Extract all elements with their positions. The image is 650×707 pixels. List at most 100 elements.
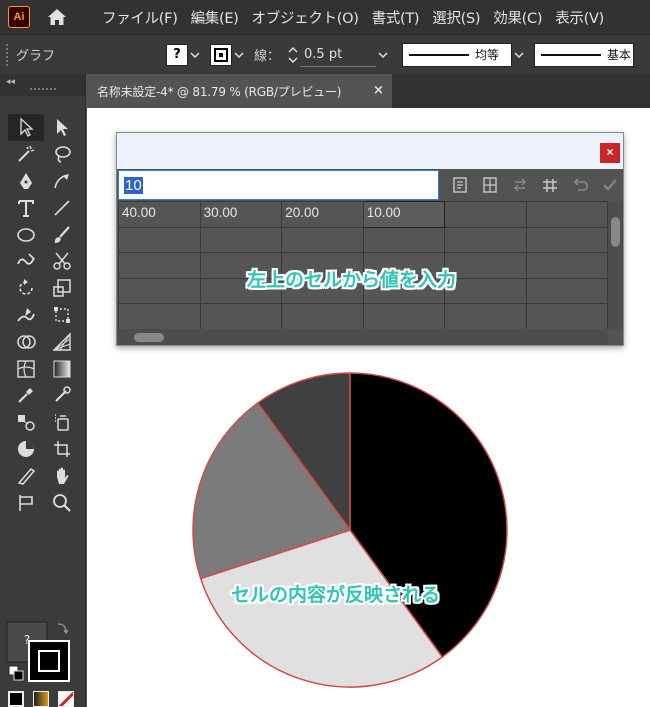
paintbrush-tool-icon[interactable] bbox=[44, 221, 80, 248]
menu-type[interactable]: 書式(T) bbox=[368, 7, 429, 28]
graph-data-toolbar bbox=[445, 173, 625, 197]
stroke-weight-input[interactable]: 0.5 pt bbox=[300, 42, 377, 67]
apply-checkmark-icon[interactable] bbox=[595, 173, 625, 197]
eyedropper-tool-icon[interactable] bbox=[8, 382, 44, 409]
fill-stroke-control: ? bbox=[6, 620, 76, 684]
import-data-icon[interactable] bbox=[445, 173, 475, 197]
table-cell-selected[interactable]: 10.00 bbox=[362, 201, 446, 228]
warp-tool-icon[interactable] bbox=[8, 302, 44, 329]
table-cell[interactable]: 40.00 bbox=[118, 201, 201, 228]
cell-style-icon[interactable] bbox=[535, 173, 565, 197]
home-icon[interactable] bbox=[46, 6, 68, 28]
free-transform-tool-icon[interactable] bbox=[44, 302, 80, 329]
table-cell[interactable] bbox=[362, 226, 446, 254]
table-cell[interactable] bbox=[362, 303, 446, 329]
table-cell[interactable] bbox=[118, 277, 201, 305]
pen-tool-icon[interactable] bbox=[8, 168, 44, 195]
stroke-weight-stepper[interactable] bbox=[286, 44, 300, 66]
variable-width-profile[interactable]: 均等 bbox=[402, 42, 513, 67]
collapse-panel-icon[interactable]: ◂◂ bbox=[6, 77, 15, 87]
vertical-scrollbar[interactable] bbox=[608, 201, 623, 329]
slice-tool-icon[interactable] bbox=[8, 462, 44, 489]
menu-view[interactable]: 表示(V) bbox=[551, 7, 613, 28]
horizontal-scrollbar[interactable] bbox=[118, 329, 608, 345]
pie-chart[interactable] bbox=[190, 370, 510, 690]
document-tab[interactable]: 名称未設定-4* @ 81.79 % (RGB/プレビュー) × bbox=[87, 74, 392, 108]
measure-tool-icon[interactable] bbox=[44, 382, 80, 409]
gradient-tool-icon[interactable] bbox=[44, 355, 80, 382]
menu-edit[interactable]: 編集(E) bbox=[187, 7, 248, 28]
table-cell[interactable] bbox=[525, 277, 608, 305]
menu-object[interactable]: オブジェクト(O) bbox=[248, 7, 368, 28]
menu-effect[interactable]: 効果(C) bbox=[489, 7, 551, 28]
control-bar-grip[interactable] bbox=[6, 43, 12, 66]
table-cell[interactable] bbox=[444, 226, 527, 254]
table-cell[interactable] bbox=[118, 226, 201, 254]
mesh-tool-icon[interactable] bbox=[8, 355, 44, 382]
table-cell[interactable] bbox=[199, 226, 283, 254]
selection-tool-icon[interactable] bbox=[8, 114, 44, 141]
table-cell[interactable] bbox=[118, 303, 201, 329]
hand-tool-icon[interactable] bbox=[44, 462, 80, 489]
stroke-dropdown-chevron-icon[interactable] bbox=[232, 44, 246, 66]
line-segment-tool-icon[interactable] bbox=[44, 194, 80, 221]
brush-definition[interactable]: 基本 bbox=[534, 42, 635, 67]
curvature-tool-icon[interactable] bbox=[44, 168, 80, 195]
symbol-sprayer-tool-icon[interactable] bbox=[44, 409, 80, 436]
blend-tool-icon[interactable] bbox=[8, 409, 44, 436]
perspective-grid-tool-icon[interactable] bbox=[44, 328, 80, 355]
menu-select[interactable]: 選択(S) bbox=[428, 7, 489, 28]
tool-grid bbox=[8, 114, 80, 516]
document-tab-bar: 名称未設定-4* @ 81.79 % (RGB/プレビュー) × bbox=[87, 74, 650, 108]
table-cell[interactable] bbox=[444, 277, 527, 305]
graph-data-cell-input[interactable]: 10 bbox=[118, 170, 439, 200]
table-cell[interactable]: 20.00 bbox=[281, 201, 364, 228]
graph-data-titlebar[interactable]: × bbox=[117, 133, 623, 169]
zoom-tool-icon[interactable] bbox=[44, 489, 80, 516]
table-cell[interactable] bbox=[525, 201, 608, 228]
fill-swatch[interactable]: ? bbox=[166, 43, 188, 66]
horizontal-scrollbar-thumb[interactable] bbox=[134, 333, 164, 342]
lasso-tool-icon[interactable] bbox=[44, 141, 80, 168]
transpose-row-column-icon[interactable] bbox=[475, 173, 505, 197]
swap-fill-stroke-icon bbox=[57, 623, 69, 635]
tools-panel-grip[interactable] bbox=[30, 88, 56, 91]
table-cell[interactable]: 30.00 bbox=[199, 201, 283, 228]
revert-icon[interactable] bbox=[565, 173, 595, 197]
none-mode-icon[interactable] bbox=[58, 691, 74, 707]
stroke-swatch[interactable] bbox=[210, 43, 232, 66]
color-mode-icon[interactable] bbox=[8, 691, 24, 707]
scissors-tool-icon[interactable] bbox=[44, 248, 80, 275]
table-cell[interactable] bbox=[281, 303, 364, 329]
type-tool-icon[interactable] bbox=[8, 194, 44, 221]
gradient-mode-icon[interactable] bbox=[33, 691, 49, 707]
table-cell[interactable] bbox=[525, 226, 608, 254]
table-cell[interactable] bbox=[281, 226, 364, 254]
table-cell[interactable] bbox=[199, 303, 283, 329]
table-cell[interactable] bbox=[444, 252, 527, 279]
graph-data-close-button[interactable]: × bbox=[600, 143, 620, 163]
table-cell[interactable] bbox=[118, 252, 201, 279]
ellipse-tool-icon[interactable] bbox=[8, 221, 44, 248]
rotate-tool-icon[interactable] bbox=[8, 275, 44, 302]
switch-xy-icon[interactable] bbox=[505, 173, 535, 197]
profile-chevron-icon[interactable] bbox=[512, 44, 526, 66]
direct-selection-tool-icon[interactable] bbox=[44, 114, 80, 141]
table-cell[interactable] bbox=[444, 201, 527, 228]
table-cell[interactable] bbox=[525, 303, 608, 329]
magic-wand-tool-icon[interactable] bbox=[8, 141, 44, 168]
fill-dropdown-chevron-icon[interactable] bbox=[188, 44, 202, 66]
shaper-tool-icon[interactable] bbox=[8, 248, 44, 275]
shape-builder-tool-icon[interactable] bbox=[8, 328, 44, 355]
scale-tool-icon[interactable] bbox=[44, 275, 80, 302]
vertical-scrollbar-thumb[interactable] bbox=[611, 217, 620, 247]
graph-tool-icon[interactable] bbox=[8, 436, 44, 463]
print-tiling-tool-icon[interactable] bbox=[8, 489, 44, 516]
artboard-tool-icon[interactable] bbox=[44, 436, 80, 463]
menu-file[interactable]: ファイル(F) bbox=[98, 7, 187, 28]
table-cell[interactable] bbox=[525, 252, 608, 279]
tab-close-icon[interactable]: × bbox=[373, 83, 384, 98]
annotation-callout-input: 左上のセルから値を入力 bbox=[247, 269, 457, 291]
table-cell[interactable] bbox=[444, 303, 527, 329]
stroke-weight-chevron-icon[interactable] bbox=[376, 44, 390, 66]
